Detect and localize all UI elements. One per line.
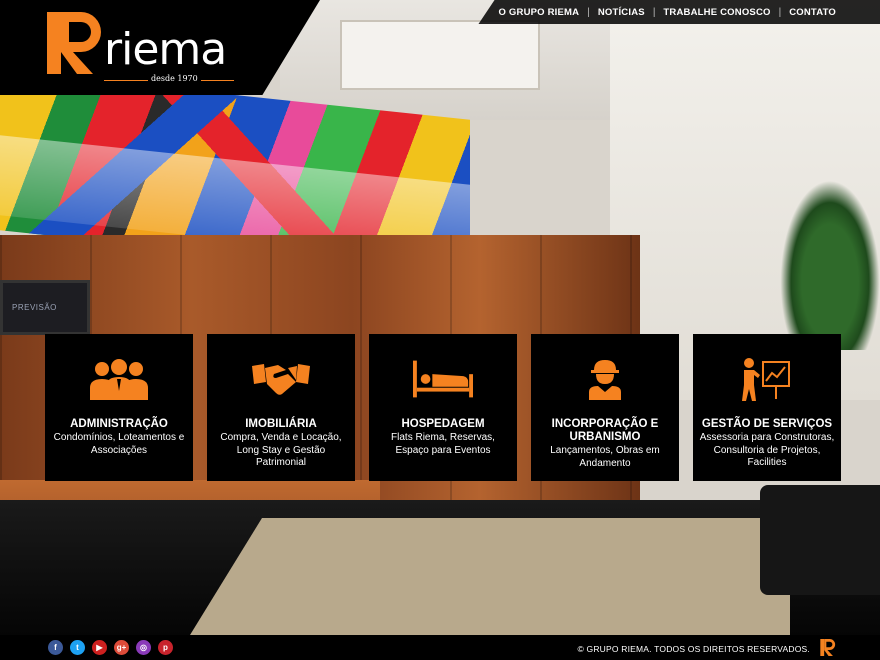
bed-icon	[413, 356, 473, 402]
nav-link-noticias[interactable]: NOTÍCIAS	[598, 7, 645, 18]
footer: f t ▶ g+ ◎ p © GRUPO RIEMA. TODOS OS DIR…	[0, 635, 880, 660]
twitter-icon[interactable]: t	[70, 640, 85, 655]
card-description: Compra, Venda e Locação, Long Stay e Ges…	[220, 432, 342, 468]
card-description: Flats Riema, Reservas, Espaço para Event…	[391, 432, 495, 456]
copyright-text: © GRUPO RIEMA. TODOS OS DIREITOS RESERVA…	[577, 644, 810, 654]
riema-logo-mark-icon[interactable]	[47, 12, 103, 74]
people-icon	[89, 356, 149, 402]
googleplus-icon[interactable]: g+	[114, 640, 129, 655]
service-cards: ADMINISTRAÇÃO Condomínios, Loteamentos e…	[45, 334, 841, 481]
brand-wordmark[interactable]: riema	[104, 28, 227, 72]
ceiling-panel	[340, 20, 540, 90]
construction-worker-icon	[575, 356, 635, 402]
card-incorporacao-urbanismo[interactable]: INCORPORAÇÃO E URBANISMO Lançamentos, Ob…	[531, 334, 679, 481]
nav-separator: |	[652, 6, 656, 18]
nav-link-contato[interactable]: CONTATO	[789, 7, 836, 18]
riema-small-logo-icon[interactable]	[820, 639, 836, 656]
card-title: IMOBILIÁRIA	[245, 418, 317, 430]
sofa	[760, 485, 880, 595]
presentation-icon	[737, 356, 797, 402]
card-title: HOSPEDAGEM	[401, 418, 485, 430]
monitor-text: PREVISÃO	[12, 303, 57, 312]
card-title: INCORPORAÇÃO E URBANISMO	[551, 418, 659, 443]
brand-since: desde 1970	[148, 74, 201, 83]
card-hospedagem[interactable]: HOSPEDAGEM Flats Riema, Reservas, Espaço…	[369, 334, 517, 481]
nav-link-trabalhe-conosco[interactable]: TRABALHE CONOSCO	[663, 7, 770, 18]
card-title: GESTÃO DE SERVIÇOS	[701, 418, 833, 430]
card-description: Assessoria para Construtoras, Consultori…	[699, 432, 835, 468]
rug	[190, 518, 790, 635]
card-title: ADMINISTRAÇÃO	[70, 418, 168, 430]
card-gestao-servicos[interactable]: GESTÃO DE SERVIÇOS Assessoria para Const…	[693, 334, 841, 481]
top-nav: O GRUPO RIEMA | NOTÍCIAS | TRABALHE CONO…	[478, 0, 880, 24]
card-description: Lançamentos, Obras em Andamento	[550, 445, 660, 469]
lobby-background-image: PREVISÃO	[0, 0, 880, 635]
handshake-icon	[251, 356, 311, 402]
facebook-icon[interactable]: f	[48, 640, 63, 655]
nav-separator: |	[778, 6, 782, 18]
card-imobiliaria[interactable]: IMOBILIÁRIA Compra, Venda e Locação, Lon…	[207, 334, 355, 481]
social-links: f t ▶ g+ ◎ p	[48, 640, 173, 655]
plant	[780, 180, 880, 350]
card-description: Condomínios, Loteamentos e Associações	[53, 432, 185, 456]
instagram-icon[interactable]: ◎	[136, 640, 151, 655]
youtube-icon[interactable]: ▶	[92, 640, 107, 655]
nav-link-grupo-riema[interactable]: O GRUPO RIEMA	[498, 7, 579, 18]
nav-separator: |	[587, 6, 590, 18]
pinterest-icon[interactable]: p	[158, 640, 173, 655]
card-administracao[interactable]: ADMINISTRAÇÃO Condomínios, Loteamentos e…	[45, 334, 193, 481]
